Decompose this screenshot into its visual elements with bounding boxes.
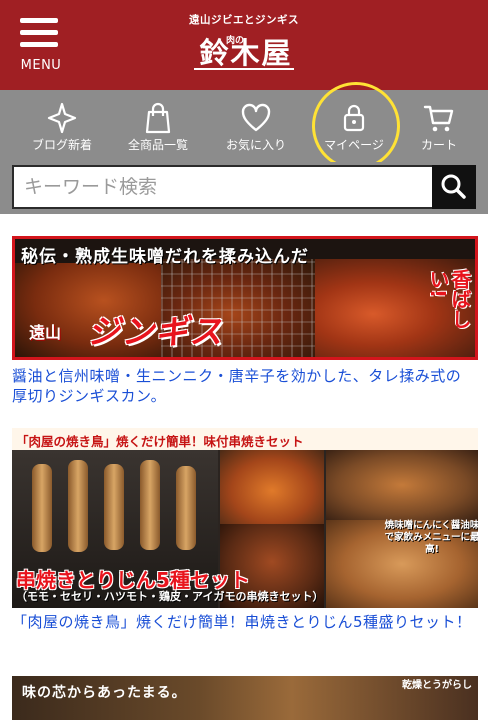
- heart-icon: [241, 103, 271, 132]
- site-logo[interactable]: 遠山ジビエとジンギス 鈴木屋 肉の: [186, 12, 302, 74]
- nav-all-products[interactable]: 全商品一覧: [116, 90, 200, 162]
- banner-headline: 味の芯からあったまる。: [22, 685, 187, 701]
- site-header: MENU 遠山ジビエとジンギス 鈴木屋 肉の: [0, 0, 488, 90]
- logo-name: 鈴木屋: [199, 36, 293, 70]
- lock-icon: [343, 104, 365, 132]
- hamburger-icon-bar: [20, 30, 58, 35]
- banner-side-text: 乾燥とうがらし: [402, 680, 472, 691]
- nav-mypage-label: マイページ: [324, 138, 384, 152]
- banner-brand-big: ジンギス: [87, 312, 223, 351]
- nav-favorites[interactable]: お気に入り: [214, 90, 298, 162]
- logo-prefix: 肉の: [226, 36, 245, 46]
- skewer-shape: [68, 460, 88, 552]
- nav-blog[interactable]: ブログ新着: [20, 90, 104, 162]
- logo-underline: [194, 68, 294, 70]
- banner-kushiyaki[interactable]: 「肉屋の焼き鳥」焼くだけ簡単！味付串焼きセット 焼味噌にんにく醤油味で家飲みメニ…: [12, 428, 478, 608]
- banner-caption-link[interactable]: 「肉屋の焼き鳥」焼くだけ簡単！串焼きとりじん5種盛りセット！: [12, 612, 476, 632]
- skewer-shape: [140, 460, 160, 550]
- icon-nav: ブログ新着 全商品一覧 お気に入り マイページ カート: [0, 90, 488, 162]
- skewer-shape: [32, 464, 52, 552]
- search-bar: [0, 162, 488, 214]
- banner-photo: [220, 450, 324, 524]
- banner-subtitle: （モモ・セセリ・ハツモト・鶏皮・アイガモの串焼きセット）: [16, 590, 324, 603]
- search-button[interactable]: [432, 165, 476, 209]
- logo-tagline: 遠山ジビエとジンギス: [189, 14, 299, 26]
- nav-mypage[interactable]: マイページ: [312, 90, 396, 162]
- nav-cart-label: カート: [420, 138, 457, 152]
- skewer-shape: [176, 466, 196, 550]
- nav-favorites-label: お気に入り: [225, 138, 286, 152]
- banner-brand-small: 遠山: [29, 323, 62, 342]
- menu-label: MENU: [20, 58, 62, 73]
- banner-nabe[interactable]: 味の芯からあったまる。 乾燥とうがらし: [12, 676, 478, 720]
- banner-caption-link[interactable]: 醤油と信州味噌・生ニンニク・唐辛子を効かした、タレ揉み式の厚切りジンギスカン。: [12, 366, 476, 406]
- search-input[interactable]: [12, 165, 434, 209]
- banner-headline: 「肉屋の焼き鳥」焼くだけ簡単！味付串焼きセット: [12, 428, 478, 450]
- nav-all-products-label: 全商品一覧: [127, 138, 188, 152]
- hamburger-icon-bar: [20, 18, 58, 23]
- menu-button[interactable]: MENU: [16, 12, 66, 76]
- banner-headline: 秘伝・熟成生味噌だれを揉み込んだ: [21, 247, 309, 267]
- sparkle-icon: [47, 102, 77, 134]
- nav-blog-label: ブログ新着: [31, 138, 92, 152]
- skewer-shape: [104, 464, 124, 550]
- search-icon: [441, 174, 466, 199]
- nav-cart[interactable]: カート: [400, 90, 478, 162]
- shopping-bag-icon: [145, 102, 171, 134]
- hamburger-icon-bar: [20, 42, 58, 47]
- banner-jingis[interactable]: 秘伝・熟成生味噌だれを揉み込んだ 遠山 ジンギス 香ばしい!: [12, 236, 478, 360]
- cart-icon: [423, 105, 454, 132]
- banner-photo: [326, 450, 478, 520]
- banner-accent: 香ばしい!: [426, 269, 472, 329]
- banner-note: 焼味噌にんにく醤油味で家飲みメニューに最高!: [384, 520, 478, 555]
